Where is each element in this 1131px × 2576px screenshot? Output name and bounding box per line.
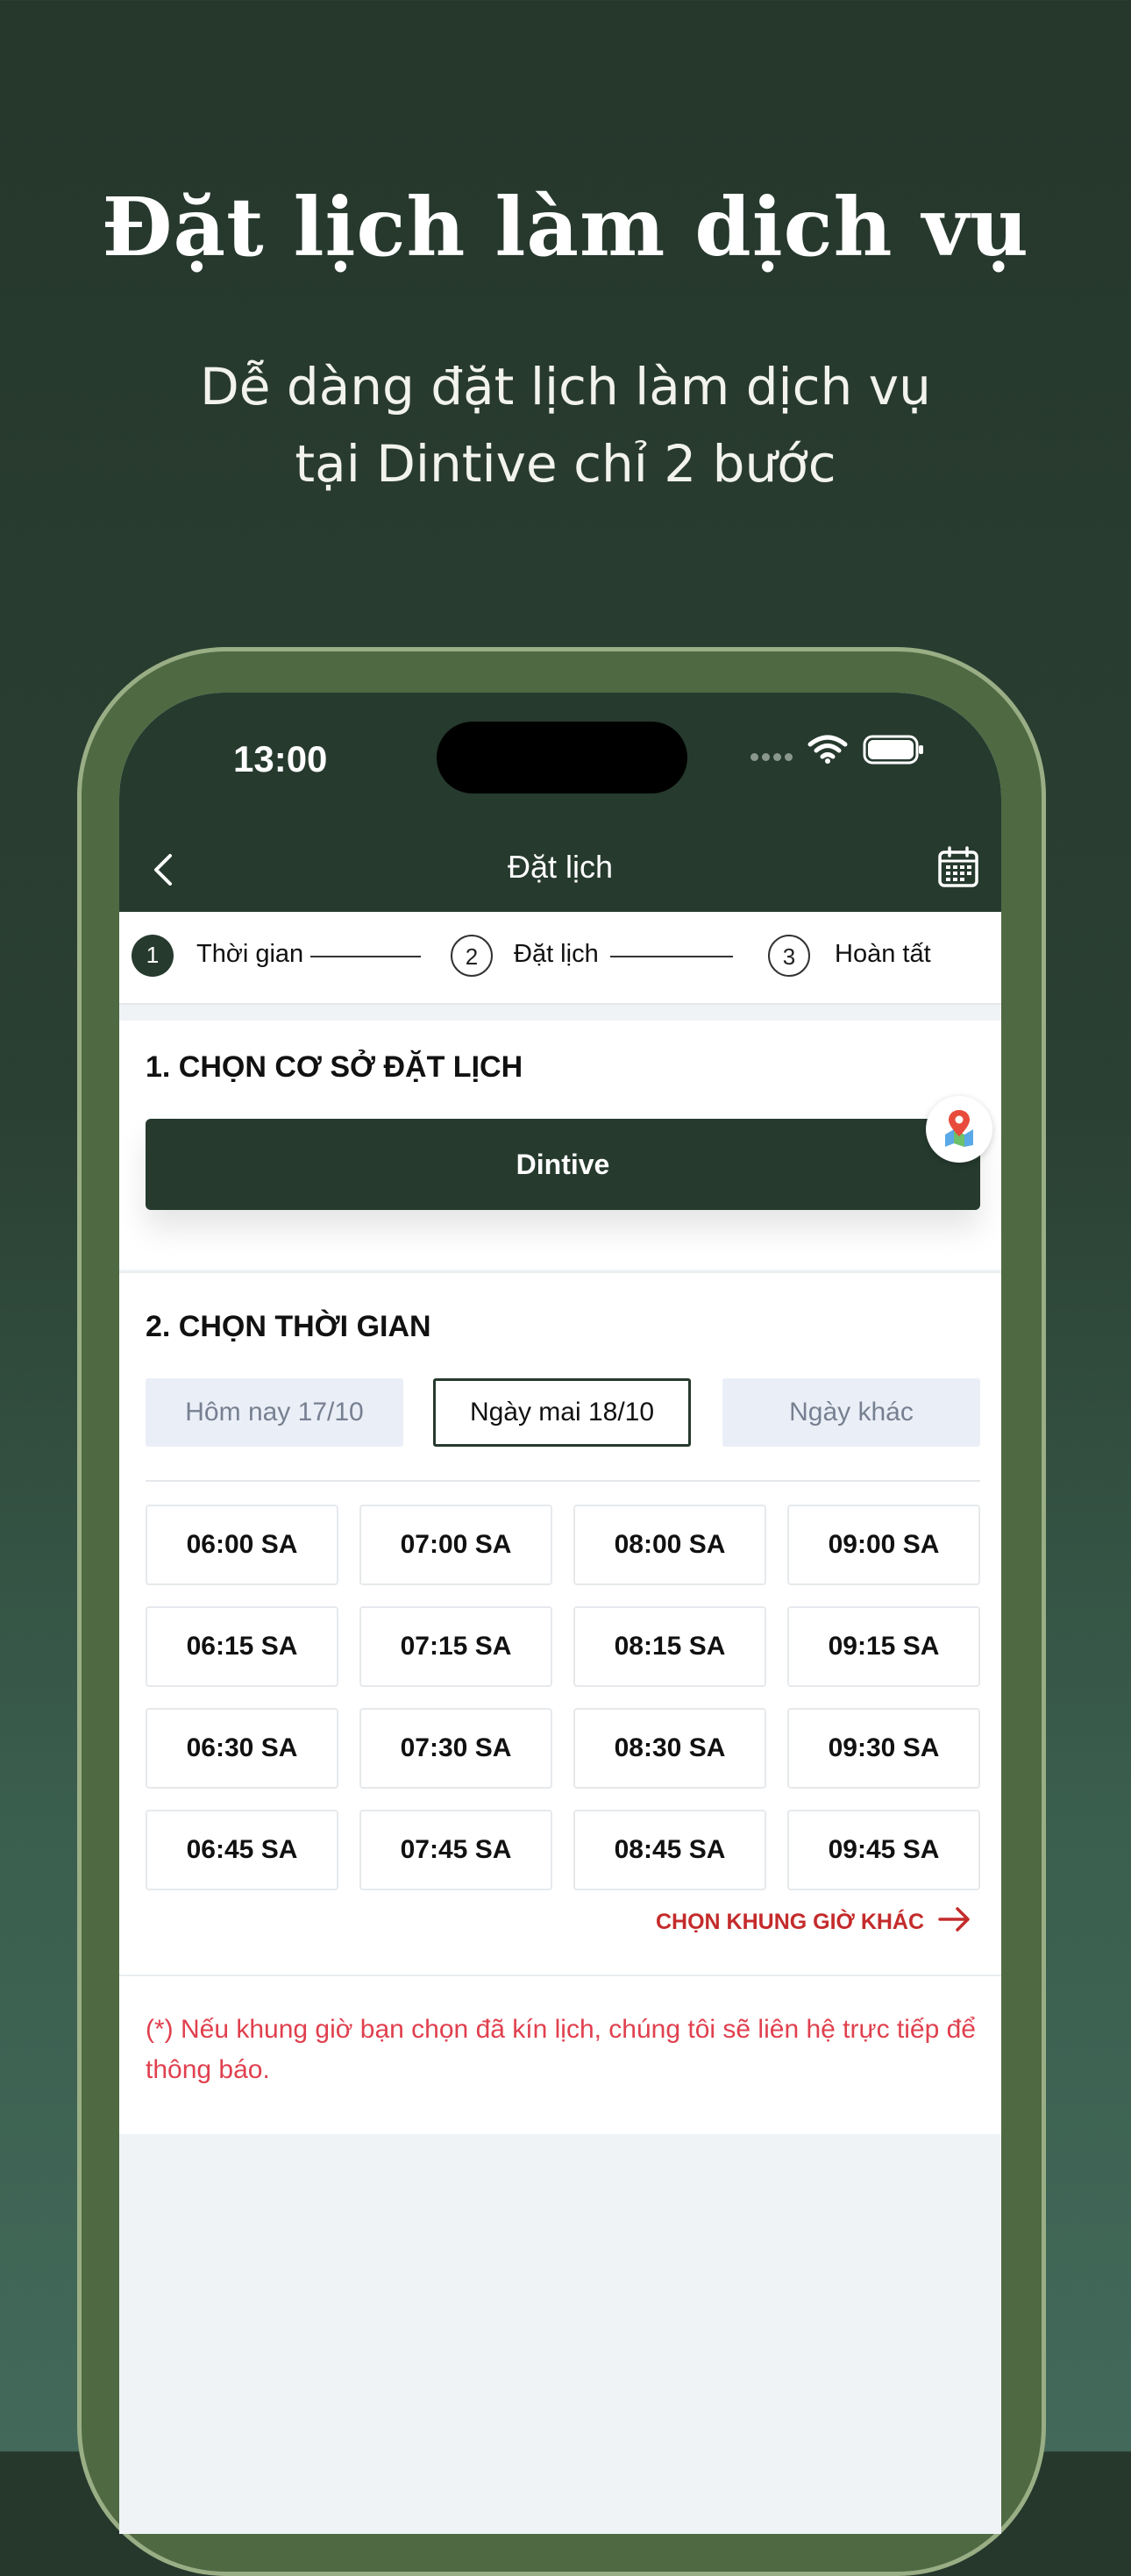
time-slot[interactable]: 08:00 SA — [573, 1505, 766, 1585]
time-slot[interactable]: 06:00 SA — [146, 1505, 338, 1585]
status-time: 13:00 — [233, 738, 328, 779]
time-slot[interactable]: 08:15 SA — [573, 1606, 766, 1687]
more-time-slots-link[interactable]: CHỌN KHUNG GIỜ KHÁC — [656, 1910, 924, 1935]
divider — [146, 1480, 980, 1482]
phone-screen: 13:00 Đặt lịch 1 Thời gian 2 Đặt lịch 3 — [119, 693, 1001, 2534]
map-pin-icon — [945, 1110, 973, 1147]
time-slot[interactable]: 09:15 SA — [787, 1606, 980, 1687]
step-1-number: 1 — [132, 935, 174, 977]
booking-stepper: 1 Thời gian 2 Đặt lịch 3 Hoàn tất — [119, 912, 1001, 1005]
battery-icon — [863, 735, 923, 765]
hero-subtitle-line1: Dễ dàng đặt lịch làm dịch vụ — [200, 357, 931, 416]
time-slot[interactable]: 07:15 SA — [359, 1606, 552, 1687]
time-slot[interactable]: 06:15 SA — [146, 1606, 338, 1687]
time-slot[interactable]: 09:30 SA — [787, 1708, 980, 1789]
hero-title: Đặt lịch làm dịch vụ — [102, 180, 1029, 274]
time-slot[interactable]: 06:45 SA — [146, 1810, 338, 1890]
wifi-icon — [807, 735, 848, 764]
time-slot[interactable]: 07:45 SA — [359, 1810, 552, 1890]
time-slot[interactable]: 09:00 SA — [787, 1505, 980, 1585]
step-connector — [610, 956, 733, 957]
date-tab-tomorrow[interactable]: Ngày mai 18/10 — [433, 1378, 691, 1447]
time-slot[interactable]: 07:30 SA — [359, 1708, 552, 1789]
calendar-icon[interactable] — [936, 845, 980, 889]
page-title: Đặt lịch — [507, 849, 614, 885]
step-3-number: 3 — [768, 935, 810, 977]
time-slot[interactable]: 08:30 SA — [573, 1708, 766, 1789]
date-tab-today[interactable]: Hôm nay 17/10 — [146, 1378, 403, 1447]
dynamic-island — [437, 722, 687, 793]
map-pin-button[interactable] — [926, 1096, 992, 1163]
arrow-right-icon[interactable] — [936, 1904, 973, 1934]
step-2-label: Đặt lịch — [514, 940, 599, 968]
branch-section-title: 1. CHỌN CƠ SỞ ĐẶT LỊCH — [146, 1050, 523, 1084]
date-tab-other[interactable]: Ngày khác — [722, 1378, 980, 1447]
time-slot[interactable]: 08:45 SA — [573, 1810, 766, 1890]
step-3-label: Hoàn tất — [835, 940, 931, 968]
time-section: 2. CHỌN THỜI GIAN Hôm nay 17/10 Ngày mai… — [119, 1271, 1001, 1976]
step-1-label: Thời gian — [196, 940, 304, 968]
hero-subtitle-line2: tại Dintive chỉ 2 bước — [295, 434, 836, 494]
signal-dots-icon — [750, 750, 796, 765]
time-section-title: 2. CHỌN THỜI GIAN — [146, 1310, 431, 1343]
note-text: (*) Nếu khung giờ bạn chọn đã kín lịch, … — [146, 2015, 976, 2084]
branch-section: 1. CHỌN CƠ SỞ ĐẶT LỊCH Dintive — [119, 1021, 1001, 1270]
availability-note: (*) Nếu khung giờ bạn chọn đã kín lịch, … — [119, 1975, 1001, 2134]
step-connector — [310, 956, 421, 957]
branch-select-button[interactable]: Dintive — [146, 1119, 980, 1210]
time-slot[interactable]: 09:45 SA — [787, 1810, 980, 1890]
time-slot[interactable]: 07:00 SA — [359, 1505, 552, 1585]
time-slot[interactable]: 06:30 SA — [146, 1708, 338, 1789]
step-2-number: 2 — [451, 935, 493, 977]
